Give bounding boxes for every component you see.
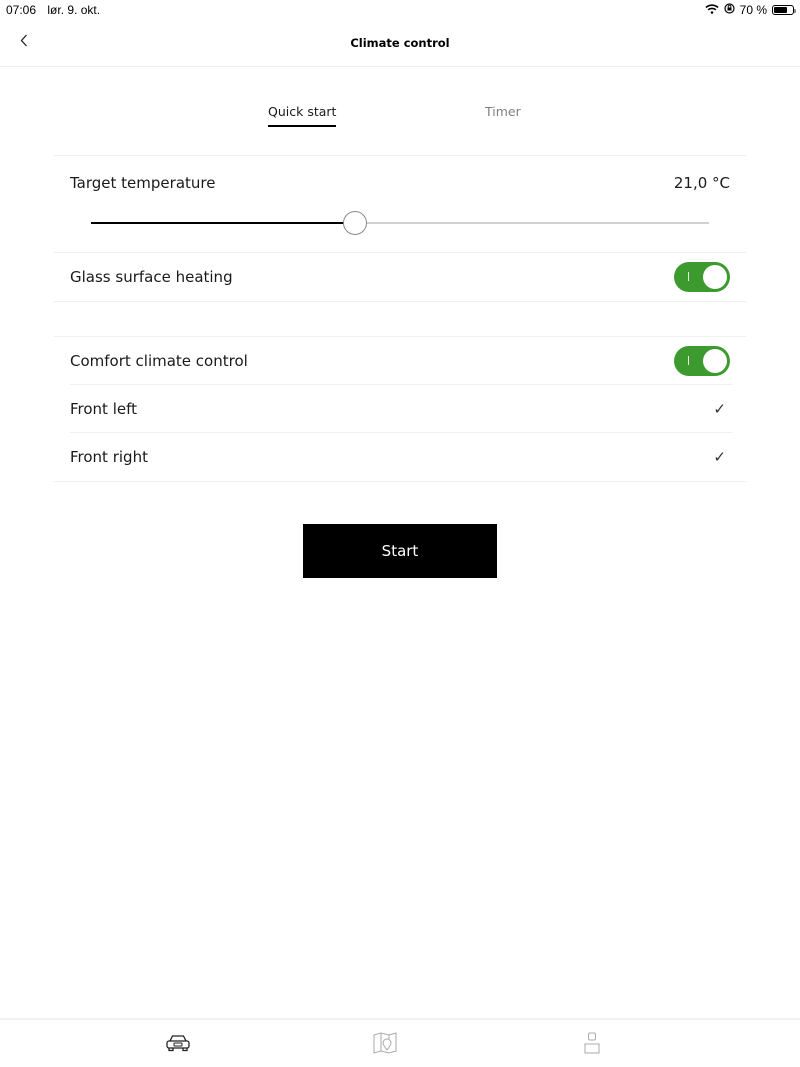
status-bar: 07:06 lør. 9. okt. 70 % — [0, 0, 800, 20]
start-button[interactable]: Start — [303, 524, 497, 578]
toggle-on-mark — [688, 356, 689, 365]
comfort-climate-row: Comfort climate control — [54, 337, 746, 385]
status-left: 07:06 lør. 9. okt. — [6, 3, 108, 17]
nav-bar: Climate control — [0, 20, 800, 67]
toggle-on-mark — [688, 272, 689, 281]
battery-fill — [774, 7, 787, 13]
tab-bar: Quick start Timer — [0, 104, 800, 128]
bottom-tab-bar — [0, 1018, 800, 1067]
temperature-slider[interactable] — [91, 211, 709, 235]
toggle-knob — [703, 265, 727, 289]
comfort-climate-section: Comfort climate control Front left ✓ Fro… — [54, 336, 746, 482]
front-right-label: Front right — [70, 448, 148, 466]
toggle-knob — [703, 349, 727, 373]
battery-percent: 70 % — [739, 3, 767, 17]
comfort-climate-toggle[interactable] — [674, 346, 730, 376]
bottom-tab-profile[interactable] — [572, 1030, 612, 1060]
glass-surface-heating-toggle[interactable] — [674, 262, 730, 292]
seat-row-front-left[interactable]: Front left ✓ — [54, 385, 746, 433]
seat-row-front-right[interactable]: Front right ✓ — [54, 433, 746, 481]
profile-icon — [584, 1032, 600, 1058]
target-temperature-label: Target temperature — [70, 174, 216, 192]
map-icon — [373, 1032, 397, 1058]
slider-thumb[interactable] — [342, 211, 367, 235]
checkmark-icon: ✓ — [713, 448, 726, 466]
battery-icon — [772, 5, 796, 15]
target-temperature-row: Target temperature 21,0 °C — [54, 156, 746, 253]
status-date: lør. 9. okt. — [47, 3, 101, 17]
bottom-tab-vehicle[interactable] — [158, 1030, 198, 1060]
bottom-tab-map[interactable] — [365, 1030, 405, 1060]
orientation-lock-icon — [724, 3, 735, 17]
status-right: 70 % — [705, 3, 796, 17]
slider-fill — [91, 222, 355, 224]
front-left-label: Front left — [70, 400, 138, 418]
comfort-climate-label: Comfort climate control — [70, 352, 248, 370]
wifi-icon — [705, 3, 719, 17]
target-temperature-value: 21,0 °C — [673, 174, 730, 192]
status-time: 07:06 — [6, 3, 37, 17]
glass-surface-heating-row: Glass surface heating — [54, 253, 746, 301]
tab-quick-start[interactable]: Quick start — [268, 104, 337, 127]
checkmark-icon: ✓ — [713, 400, 726, 418]
temperature-section: Target temperature 21,0 °C Glass surface… — [54, 155, 746, 302]
car-icon — [165, 1034, 191, 1056]
page-title: Climate control — [350, 36, 450, 50]
glass-surface-heating-label: Glass surface heating — [70, 268, 233, 286]
tab-timer[interactable]: Timer — [485, 104, 521, 125]
